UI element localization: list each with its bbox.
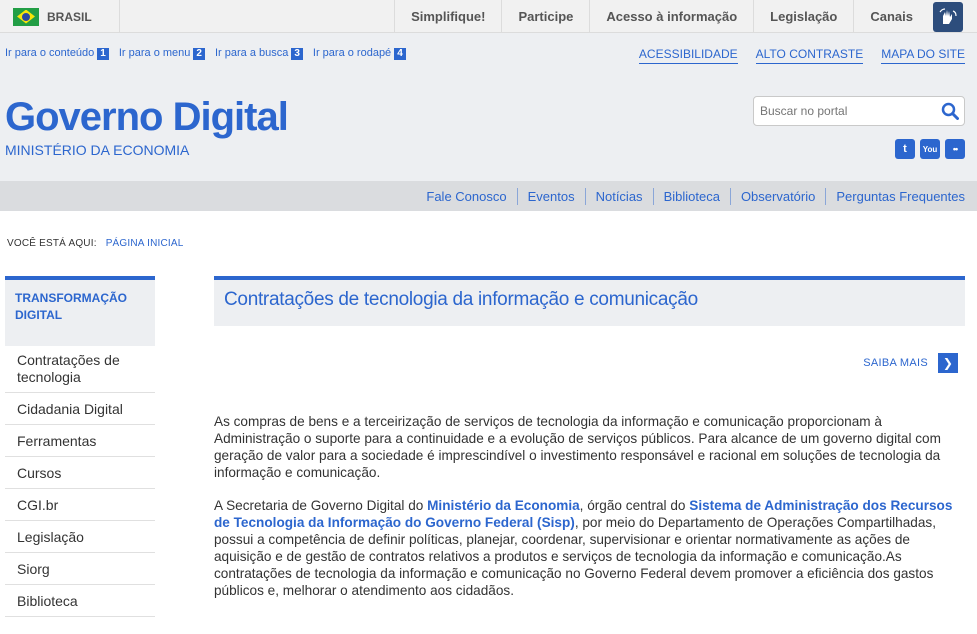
youtube-icon[interactable]: You <box>920 139 940 159</box>
nav-fale-conosco[interactable]: Fale Conosco <box>416 188 516 205</box>
gov-topbar: BRASIL Simplifique! Participe Acesso à i… <box>0 0 977 33</box>
breadcrumb: VOCÊ ESTÁ AQUI: PÁGINA INICIAL <box>7 238 184 249</box>
paragraph-text: , órgão central do <box>579 498 690 513</box>
top-nav-simplifique[interactable]: Simplifique! <box>394 0 501 33</box>
saiba-mais-link[interactable]: SAIBA MAIS ❯ <box>863 353 958 373</box>
ministerio-economia-link[interactable]: Ministério da Economia <box>427 498 580 513</box>
skip-to-search-link[interactable]: Ir para a busca 3 <box>215 47 303 60</box>
social-links: t You •• <box>895 139 965 159</box>
search-box <box>753 96 965 126</box>
page-title: Contratações de tecnologia da informação… <box>214 276 965 326</box>
skip-to-menu-link[interactable]: Ir para o menu 2 <box>119 47 205 60</box>
chevron-right-icon: ❯ <box>938 353 958 373</box>
secretaria-paragraph: A Secretaria de Governo Digital do Minis… <box>214 497 965 599</box>
brasil-label: BRASIL <box>47 9 92 24</box>
skip-links: Ir para o conteúdo 1 Ir para o menu 2 Ir p… <box>5 47 406 60</box>
skip-to-footer-link[interactable]: Ir para o rodapé 4 <box>313 47 406 60</box>
sidebar-item-biblioteca[interactable]: Biblioteca <box>5 585 155 617</box>
twitter-icon[interactable]: t <box>895 139 915 159</box>
site-map-link[interactable]: MAPA DO SITE <box>881 47 965 64</box>
brazil-flag-icon <box>13 7 39 26</box>
top-nav-acesso-informacao[interactable]: Acesso à informação <box>589 0 753 33</box>
sidebar-item-cidadania-digital[interactable]: Cidadania Digital <box>5 393 155 425</box>
nav-biblioteca[interactable]: Biblioteca <box>652 187 730 205</box>
sidebar-item-ferramentas[interactable]: Ferramentas <box>5 425 155 457</box>
flickr-icon[interactable]: •• <box>945 139 965 159</box>
nav-perguntas-frequentes[interactable]: Perguntas Frequentes <box>825 187 965 205</box>
sidebar-item-legislacao[interactable]: Legislação <box>5 521 155 553</box>
site-title[interactable]: Governo Digital <box>5 95 289 140</box>
site-subtitle: MINISTÉRIO DA ECONOMIA <box>5 142 190 158</box>
skip-to-content-link[interactable]: Ir para o conteúdo 1 <box>5 47 109 60</box>
accessibility-link[interactable]: ACESSIBILIDADE <box>638 47 738 64</box>
sidebar-item-siorg[interactable]: Siorg <box>5 553 155 585</box>
top-nav-participe[interactable]: Participe <box>501 0 589 33</box>
sidebar-item-cgi-br[interactable]: CGI.br <box>5 489 155 521</box>
brasil-link[interactable]: BRASIL <box>0 0 120 33</box>
sidebar: TRANSFORMAÇÃO DIGITAL Contratações de te… <box>5 276 155 617</box>
intro-paragraph: As compras de bens e a terceirização de … <box>214 414 941 480</box>
top-nav: Simplifique! Participe Acesso à informaç… <box>394 0 929 33</box>
saiba-mais-label: SAIBA MAIS <box>863 357 928 369</box>
breadcrumb-home-link[interactable]: PÁGINA INICIAL <box>106 238 184 249</box>
service-nav: Fale Conosco Eventos Notícias Biblioteca… <box>0 181 977 211</box>
nav-noticias[interactable]: Notícias <box>584 187 653 205</box>
sidebar-item-cursos[interactable]: Cursos <box>5 457 155 489</box>
sidebar-item-contratacoes[interactable]: Contratações de tecnologia <box>5 346 155 393</box>
hand-sign-icon[interactable] <box>933 2 963 32</box>
breadcrumb-prefix: VOCÊ ESTÁ AQUI: <box>7 238 97 249</box>
header-tools: ACESSIBILIDADE ALTO CONTRASTE MAPA DO SI… <box>638 47 965 64</box>
top-nav-legislacao[interactable]: Legislação <box>753 0 853 33</box>
search-input[interactable] <box>754 97 929 125</box>
top-nav-canais[interactable]: Canais <box>853 0 929 33</box>
paragraph-text: A Secretaria de Governo Digital do <box>214 498 428 513</box>
high-contrast-link[interactable]: ALTO CONTRASTE <box>755 47 864 64</box>
site-header: Ir para o conteúdo 1 Ir para o menu 2 Ir p… <box>0 33 977 181</box>
search-icon[interactable] <box>941 102 959 120</box>
nav-eventos[interactable]: Eventos <box>516 187 585 205</box>
nav-observatorio[interactable]: Observatório <box>729 187 825 205</box>
sidebar-title[interactable]: TRANSFORMAÇÃO DIGITAL <box>5 276 155 346</box>
